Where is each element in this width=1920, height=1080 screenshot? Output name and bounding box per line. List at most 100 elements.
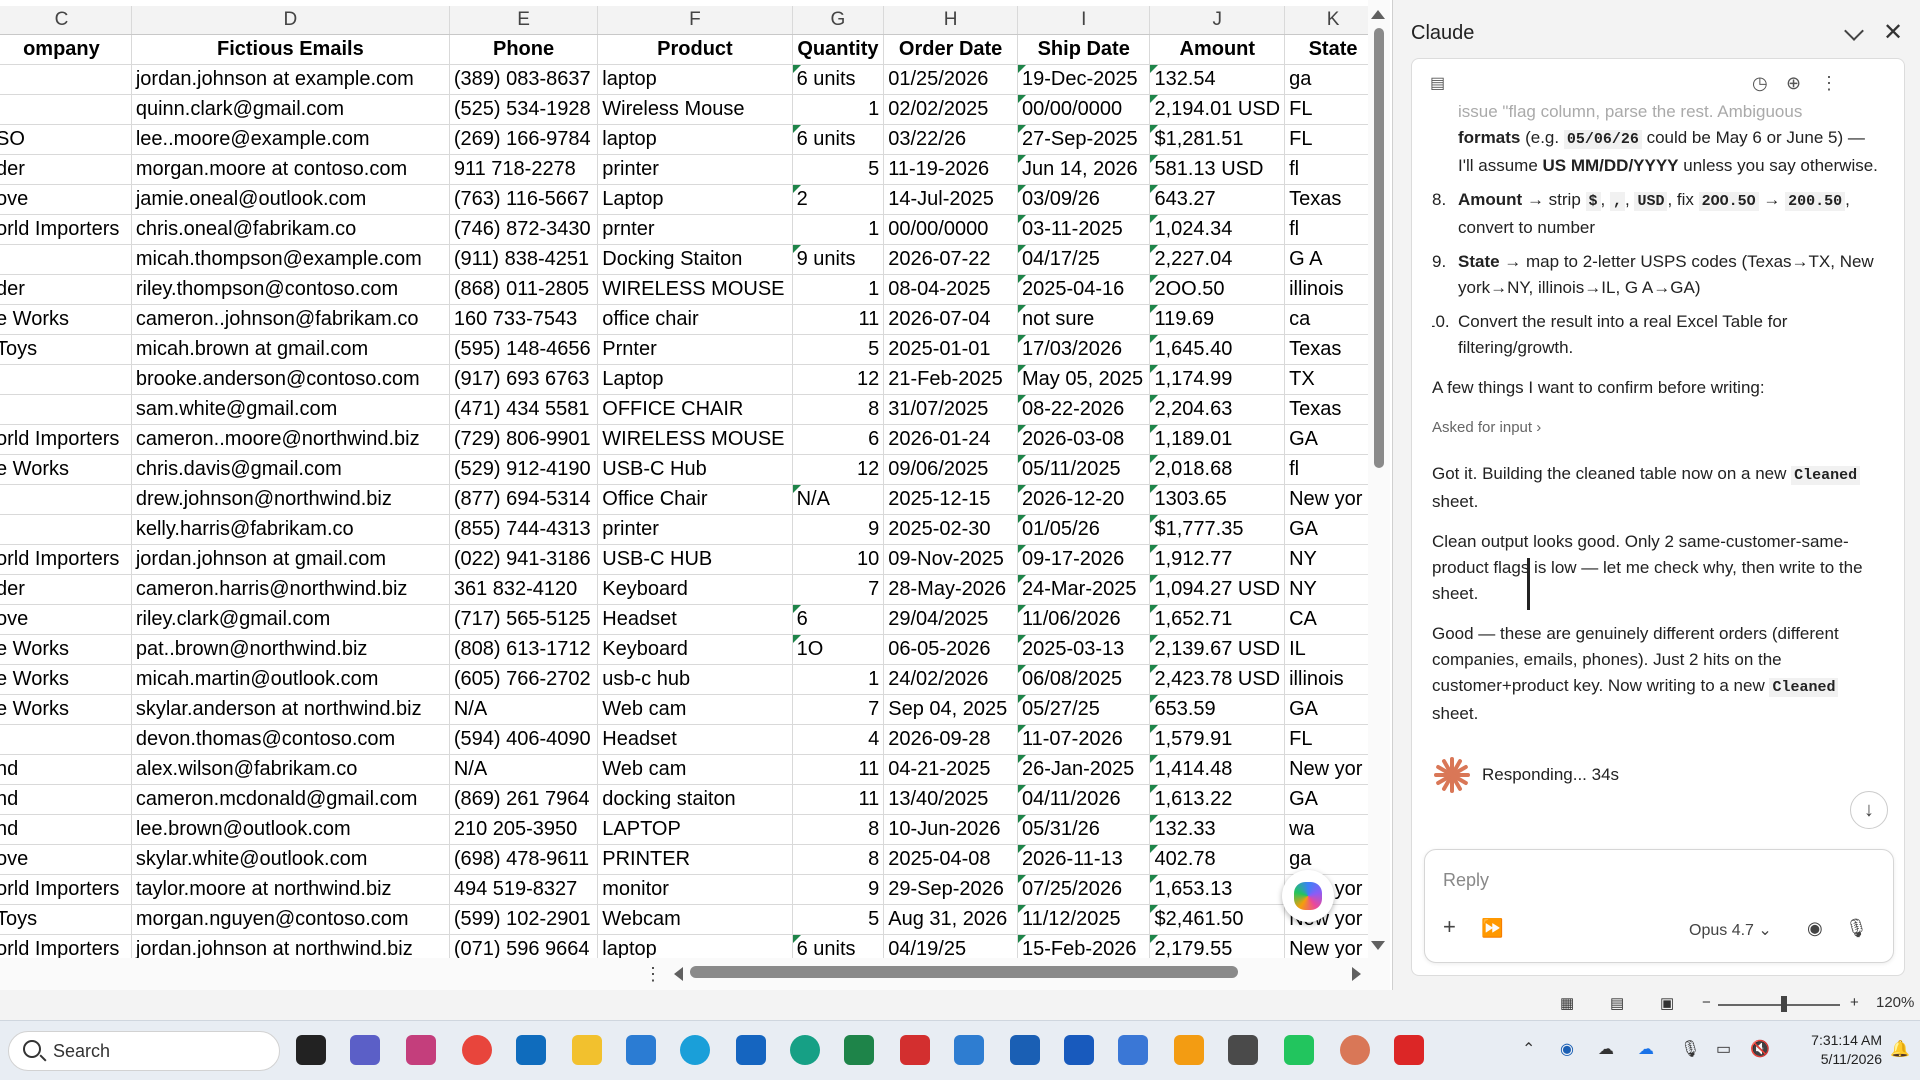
column-letter[interactable]: C xyxy=(0,6,132,35)
cell[interactable]: 4 xyxy=(792,724,885,755)
cell[interactable]: der xyxy=(0,154,132,185)
cell[interactable]: riley.clark@gmail.com xyxy=(131,604,450,635)
cell[interactable]: USB-C HUB xyxy=(597,544,793,575)
cell[interactable]: 2026-01-24 xyxy=(883,424,1018,455)
cell[interactable]: 9 units xyxy=(792,244,885,275)
cell[interactable]: e Works xyxy=(0,304,132,335)
cell[interactable]: usb-c hub xyxy=(597,664,793,695)
cell[interactable]: cameron.harris@northwind.biz xyxy=(131,574,450,605)
cell[interactable]: 8 xyxy=(792,814,885,845)
column-letter[interactable]: K xyxy=(1284,6,1382,35)
red-c-app-icon[interactable] xyxy=(1394,1035,1424,1065)
cell[interactable]: sam.white@gmail.com xyxy=(131,394,450,425)
cell[interactable]: 119.69 xyxy=(1149,304,1286,335)
cell[interactable]: 2025-04-08 xyxy=(883,844,1018,875)
cell[interactable]: 07/25/2026 xyxy=(1017,874,1151,905)
page-break-icon[interactable]: ▣ xyxy=(1660,994,1674,1012)
cell[interactable]: ca xyxy=(1284,304,1382,335)
cell[interactable]: 24/02/2026 xyxy=(883,664,1018,695)
cell[interactable]: 31/07/2025 xyxy=(883,394,1018,425)
cell[interactable]: 02/02/2025 xyxy=(883,94,1018,125)
cell[interactable]: 28-May-2026 xyxy=(883,574,1018,605)
cell[interactable]: FL xyxy=(1284,94,1382,125)
taskbar-search[interactable]: Search xyxy=(8,1031,280,1071)
cell[interactable]: 643.27 xyxy=(1149,184,1286,215)
cell[interactable]: 05/11/2025 xyxy=(1017,454,1151,485)
cell[interactable]: 24-Mar-2025 xyxy=(1017,574,1151,605)
cell[interactable]: fl xyxy=(1284,214,1382,245)
cell[interactable]: 11 xyxy=(792,784,885,815)
cell[interactable]: 911 718-2278 xyxy=(449,154,599,185)
cell[interactable]: 10-Jun-2026 xyxy=(883,814,1018,845)
cell[interactable]: fl xyxy=(1284,154,1382,185)
cell[interactable]: 6 xyxy=(792,604,885,635)
cell[interactable]: 8 xyxy=(792,394,885,425)
cell[interactable]: 1,414.48 xyxy=(1149,754,1286,785)
cell[interactable]: 06/08/2025 xyxy=(1017,664,1151,695)
microphone-icon[interactable]: 🎙 xyxy=(1845,918,1868,939)
cell[interactable]: (389) 083-8637 xyxy=(449,64,599,95)
cell[interactable]: brooke.anderson@contoso.com xyxy=(131,364,450,395)
cell[interactable]: e Works xyxy=(0,634,132,665)
cell[interactable]: USB-C Hub xyxy=(597,454,793,485)
more-options-icon[interactable]: ⋮ xyxy=(644,964,662,985)
horizontal-scroll-thumb[interactable] xyxy=(690,966,1238,978)
cell[interactable]: 29-Sep-2026 xyxy=(883,874,1018,905)
cell[interactable]: 6 xyxy=(792,424,885,455)
cell[interactable]: morgan.nguyen@contoso.com xyxy=(131,904,450,935)
cell[interactable]: (525) 534-1928 xyxy=(449,94,599,125)
notepad-icon[interactable] xyxy=(736,1035,766,1065)
cell[interactable]: (471) 434 5581 xyxy=(449,394,599,425)
cell[interactable]: chris.davis@gmail.com xyxy=(131,454,450,485)
cell[interactable]: 1,189.01 xyxy=(1149,424,1286,455)
cell[interactable] xyxy=(0,64,132,95)
header-cell[interactable]: Order Date xyxy=(883,34,1018,65)
cell[interactable]: orld Importers xyxy=(0,544,132,575)
cell[interactable]: 19-Dec-2025 xyxy=(1017,64,1151,95)
cell[interactable]: ga xyxy=(1284,64,1382,95)
cell[interactable]: 14-Jul-2025 xyxy=(883,184,1018,215)
cell[interactable]: 17/03/2026 xyxy=(1017,334,1151,365)
header-cell[interactable]: Ship Date xyxy=(1017,34,1151,65)
cell[interactable]: kelly.harris@fabrikam.co xyxy=(131,514,450,545)
cell[interactable]: LAPTOP xyxy=(597,814,793,845)
more-menu-icon[interactable]: ⋮ xyxy=(1820,73,1838,94)
cell[interactable] xyxy=(0,514,132,545)
cell[interactable]: 04/17/25 xyxy=(1017,244,1151,275)
header-cell[interactable]: State xyxy=(1284,34,1382,65)
cell[interactable]: chris.oneal@fabrikam.co xyxy=(131,214,450,245)
cell[interactable]: GA xyxy=(1284,784,1382,815)
vertical-scrollbar[interactable] xyxy=(1368,0,1390,960)
cell[interactable]: e Works xyxy=(0,694,132,725)
cell[interactable]: 6 units xyxy=(792,64,885,95)
header-cell[interactable]: Product xyxy=(597,34,793,65)
chrome-icon[interactable] xyxy=(462,1035,492,1065)
cell[interactable]: 132.33 xyxy=(1149,814,1286,845)
cell[interactable]: 04-21-2025 xyxy=(883,754,1018,785)
cell[interactable]: 29/04/2025 xyxy=(883,604,1018,635)
cell[interactable]: Office Chair xyxy=(597,484,793,515)
column-letter[interactable]: F xyxy=(597,6,793,35)
cell[interactable]: (869) 261 7964 xyxy=(449,784,599,815)
cell[interactable]: PRINTER xyxy=(597,844,793,875)
cell[interactable]: 494 519-8327 xyxy=(449,874,599,905)
cell[interactable]: 03-11-2025 xyxy=(1017,214,1151,245)
zoom-slider[interactable] xyxy=(1718,1004,1840,1006)
scroll-up-icon[interactable] xyxy=(1371,10,1385,19)
notification-bell-icon[interactable]: 🔔 xyxy=(1890,1039,1910,1059)
cell[interactable]: N/A xyxy=(792,484,885,515)
cell[interactable]: IL xyxy=(1284,634,1382,665)
cell[interactable]: $2,461.50 xyxy=(1149,904,1286,935)
cell[interactable]: Toys xyxy=(0,334,132,365)
cell[interactable]: 1O xyxy=(792,634,885,665)
cell[interactable] xyxy=(0,244,132,275)
cell[interactable]: NY xyxy=(1284,544,1382,575)
header-cell[interactable]: Fictious Emails xyxy=(131,34,450,65)
cell[interactable]: cameron..johnson@fabrikam.co xyxy=(131,304,450,335)
cell[interactable]: (868) 011-2805 xyxy=(449,274,599,305)
cell[interactable]: (022) 941-3186 xyxy=(449,544,599,575)
cell[interactable]: morgan.moore at contoso.com xyxy=(131,154,450,185)
header-cell[interactable]: ompany xyxy=(0,34,132,65)
cell[interactable]: Texas xyxy=(1284,394,1382,425)
cell[interactable]: micah.martin@outlook.com xyxy=(131,664,450,695)
